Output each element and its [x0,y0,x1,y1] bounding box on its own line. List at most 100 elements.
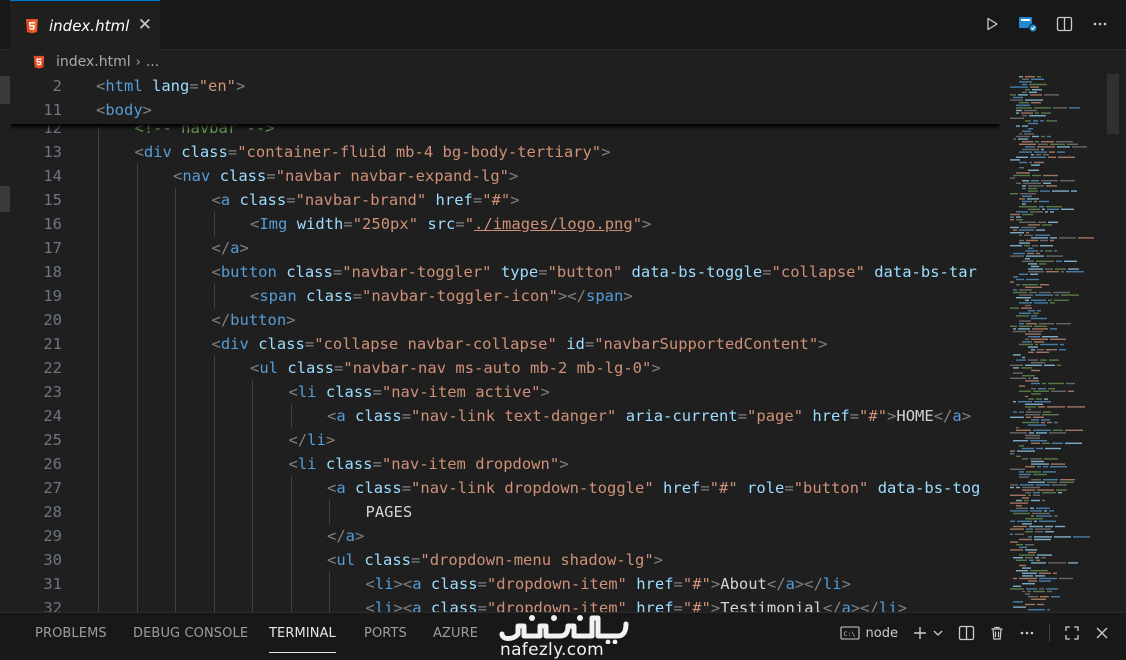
code-token: > [286,311,296,329]
run-icon[interactable] [982,13,1002,35]
minimap-line [1057,364,1061,366]
code-line[interactable]: 15 <a class="navbar-brand" href="#"> [10,188,1000,212]
code-line[interactable]: 23 <li class="nav-item active"> [10,380,1000,404]
indent-guide [175,452,176,476]
code-line[interactable]: 26 <li class="nav-item dropdown"> [10,452,1000,476]
minimap-line [1020,193,1036,195]
add-icon[interactable] [912,625,928,641]
code-line[interactable]: 25 </li> [10,428,1000,452]
code-line[interactable]: 14 <nav class="navbar navbar-expand-lg"> [10,164,1000,188]
minimap-line [1030,211,1043,213]
code-line[interactable]: 22 <ul class="navbar-nav ms-auto mb-2 mb-… [10,356,1000,380]
indent-guide [175,596,176,612]
tab-terminal[interactable]: TERMINAL [269,626,336,653]
code-token: > [540,383,550,401]
code-line[interactable]: 11 <body> [10,98,1000,122]
more-actions-icon[interactable] [1090,13,1110,35]
code-line[interactable]: 32 <li><a class="dropdown-item" href="#">… [10,596,1000,612]
code-line[interactable]: 20 </button> [10,308,1000,332]
minimap-line [1022,489,1035,491]
scrollbar-thumb[interactable] [1107,74,1119,134]
live-preview-icon[interactable] [1018,13,1038,35]
code-token: li [374,599,394,612]
minimap-line [1024,499,1029,502]
code-token: About [720,575,767,593]
code-line[interactable]: 19 <span class="navbar-toggler-icon"></sp… [10,284,1000,308]
minimap-line [1013,229,1017,231]
minimap-line [1019,554,1035,556]
code-token: < [250,359,260,377]
minimap-line [1059,577,1073,580]
minimap-line [1028,330,1043,333]
minimap-line [1026,239,1038,242]
code-line[interactable]: 13 <div class="container-fluid mb-4 bg-bo… [10,140,1000,164]
code-token: "#" [482,191,511,209]
minimap-line [1035,557,1039,559]
minimap-line [1010,520,1015,522]
indent-guide [136,188,138,212]
breadcrumb-more[interactable]: ... [146,54,159,70]
code-line[interactable]: 31 <li><a class="dropdown-item" href="#">… [10,572,1000,596]
minimap-line [1047,421,1052,424]
minimap-line [1036,351,1049,353]
minimap-line [1061,294,1079,296]
minimap-line [1010,159,1020,161]
minimap-line [1021,307,1032,309]
chevron-down-icon[interactable] [932,625,944,641]
code-token: class [355,407,402,425]
code-line[interactable]: 17 </a> [10,236,1000,260]
tab-index-html[interactable]: index.html ✕ [10,0,160,50]
minimap-line [1067,406,1085,408]
indent-guide [290,404,292,428]
code-editor[interactable]: 12 <!-- navbar --> 13 <div class="container… [10,74,1000,612]
code-line[interactable]: 28 PAGES [10,500,1000,524]
minimap-line [1030,94,1042,96]
split-terminal-icon[interactable] [958,625,975,641]
breadcrumb-file[interactable]: index.html [56,54,131,70]
code-token: " [464,215,475,233]
code-line[interactable]: 30 <ul class="dropdown-menu shadow-lg"> [10,548,1000,572]
close-icon[interactable] [1094,625,1110,641]
minimap-line [1028,190,1038,192]
tab-ports[interactable]: PORTS [364,626,407,641]
minimap-line [1016,359,1026,361]
minimap-line [1022,195,1032,197]
trash-icon[interactable] [989,625,1005,641]
close-icon[interactable]: ✕ [138,17,152,34]
code-token: "#" [859,407,888,425]
minimap-line [1033,429,1051,431]
code-token: a [345,527,356,545]
minimap-line [1031,164,1040,166]
code-token: type [500,263,539,281]
code-line[interactable]: 2 <html lang="en"> [10,74,1000,98]
code-line[interactable]: 18 <button class="navbar-toggler" type="b… [10,260,1000,284]
code-token: data-bs-toggle [631,263,763,281]
minimap-line [1057,146,1070,148]
minimap-line [1022,185,1026,187]
minimap-line [1028,224,1040,226]
tab-debug-console[interactable]: DEBUG CONSOLE [133,626,248,641]
minimap-line [1022,421,1039,424]
code-token: = [227,143,238,161]
minimap-line [1040,120,1044,122]
split-editor-icon[interactable] [1054,13,1074,35]
minimap-line [1049,359,1059,361]
minimap[interactable] [1000,74,1106,612]
code-token: width [296,215,344,233]
terminal-selector[interactable]: C:\ node [839,625,898,641]
code-token: "#" [709,479,738,497]
code-line[interactable]: 21 <div class="collapse navbar-collapse" … [10,332,1000,356]
more-actions-icon[interactable] [1019,625,1035,641]
code-line[interactable]: 16 <Img width="250px" src="./images/logo.… [10,212,1000,236]
code-line[interactable]: 24 <a class="nav-link text-danger" aria-c… [10,404,1000,428]
minimap-line [1025,99,1043,101]
vertical-scrollbar[interactable] [1106,74,1120,612]
maximize-icon[interactable] [1064,625,1080,641]
code-line[interactable]: 29 </a> [10,524,1000,548]
code-line[interactable]: 27 <a class="nav-link dropdown-toggle" hr… [10,476,1000,500]
sticky-scroll-header[interactable]: 2 <html lang="en"> 11 <body> [10,74,1000,124]
tab-problems[interactable]: PROBLEMS [35,626,107,641]
minimap-line [1052,484,1067,486]
tab-azure[interactable]: AZURE [433,626,478,641]
minimap-line [1016,570,1028,572]
